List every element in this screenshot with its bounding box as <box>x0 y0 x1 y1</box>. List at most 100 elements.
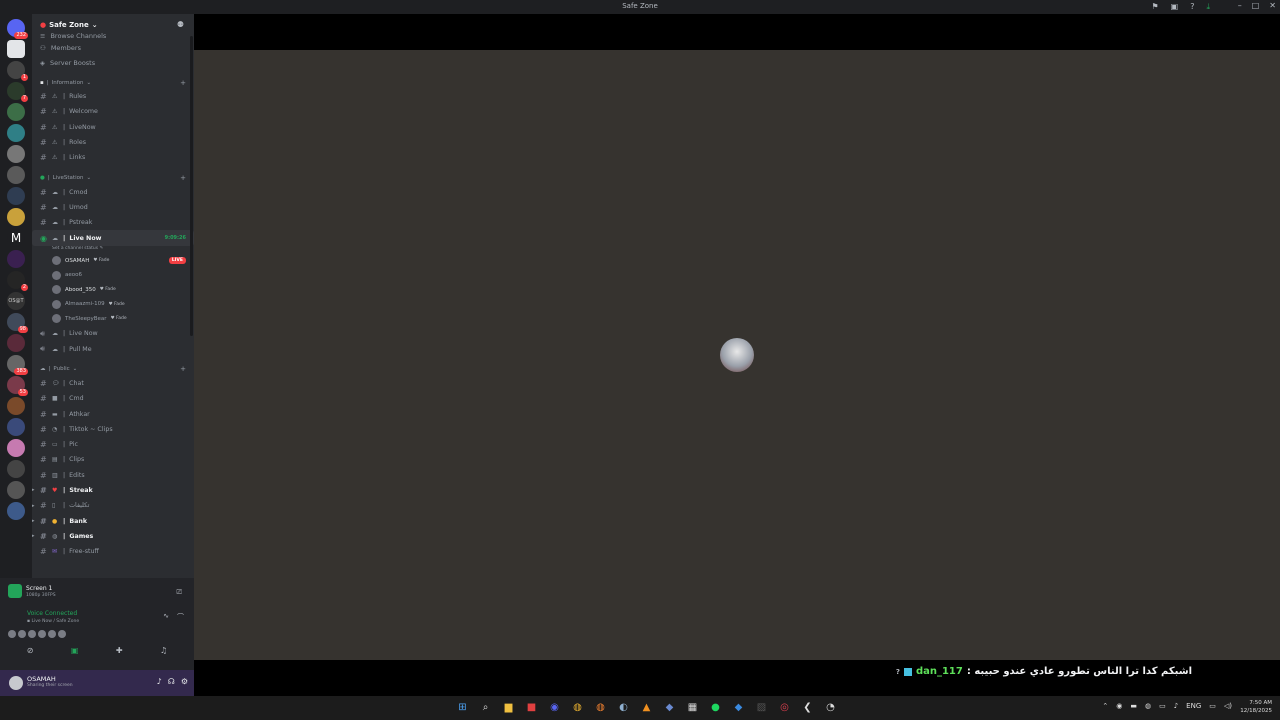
stream-canvas[interactable] <box>194 50 1280 660</box>
activities-icon[interactable]: ✚ <box>116 646 123 655</box>
tray-app-icon[interactable]: ▭ <box>1159 702 1166 710</box>
network-icon[interactable]: ▭ <box>1209 702 1216 710</box>
add-member-icon[interactable]: ⚉ <box>177 20 184 29</box>
tray-app-icon[interactable]: ◉ <box>1116 702 1122 710</box>
channel-athkar[interactable]: # ▬ | Athkar <box>32 406 194 421</box>
server-icon[interactable]: OS@T <box>7 292 25 310</box>
server-icon[interactable] <box>7 502 25 520</box>
channel-roles[interactable]: # ⚠ | Roles <box>32 135 194 150</box>
channel-edits[interactable]: # ▥ | Edits <box>32 468 194 483</box>
headphones-icon[interactable]: ☊ <box>168 677 175 686</box>
browse-channels[interactable]: ≡ Browse Channels <box>32 32 194 40</box>
add-channel-icon[interactable]: + <box>180 79 186 87</box>
voice-user[interactable]: Abood_350 ♥ Fade <box>32 283 194 298</box>
app-icon[interactable]: ■ <box>525 700 538 714</box>
members-link[interactable]: ⚇ Members <box>32 40 194 55</box>
stream-preview[interactable]: Screen 1 1080p 30FPS <box>8 584 56 598</box>
volume-icon[interactable]: ◁) <box>1224 702 1232 710</box>
channel-cmod[interactable]: # ☁ | Cmod <box>32 184 194 199</box>
add-channel-icon[interactable]: + <box>180 174 186 182</box>
channel-bank[interactable]: ▸ # ● | Bank <box>32 513 194 528</box>
server-icon[interactable] <box>7 145 25 163</box>
app-icon[interactable]: ◆ <box>732 700 745 714</box>
pin-icon[interactable]: ⚑ <box>1151 2 1158 12</box>
server-icon[interactable] <box>7 481 25 499</box>
camera-off-icon[interactable]: ⊘ <box>27 646 34 655</box>
app-icon[interactable]: ◆ <box>663 700 676 714</box>
server-icon[interactable]: 1 <box>7 61 28 81</box>
server-icon[interactable]: 383 <box>7 355 28 375</box>
channel-clips[interactable]: # ▤ | Clips <box>32 452 194 467</box>
server-icon[interactable]: 53 <box>7 376 28 396</box>
app-icon[interactable]: ◎ <box>778 700 791 714</box>
inbox-icon[interactable]: ▣ <box>1171 2 1179 12</box>
noise-suppression-icon[interactable]: ∿ <box>163 612 169 622</box>
server-icon[interactable] <box>7 250 25 268</box>
language-indicator[interactable]: ENG <box>1186 702 1201 710</box>
avatar[interactable] <box>9 676 23 690</box>
server-icon[interactable] <box>7 418 25 436</box>
category-public[interactable]: ☁ | Public ⌄ + <box>32 363 194 376</box>
voice-channel-live-now-2[interactable]: 🔊︎ ☁ | Live Now <box>32 326 194 341</box>
file-explorer-icon[interactable]: ▆ <box>502 700 515 714</box>
channel-tiktok-clips[interactable]: # ◔ | Tiktok ~ Clips <box>32 422 194 437</box>
search-icon[interactable]: ⌕ <box>479 700 492 714</box>
server-icon[interactable] <box>7 397 25 415</box>
voice-channel-pull-me[interactable]: 🔊︎ ☁ | Pull Me <box>32 341 194 356</box>
server-icon[interactable] <box>7 208 25 226</box>
screen-share-button[interactable]: ▣ <box>71 646 79 655</box>
soundboard-icon[interactable]: ♫ <box>160 646 167 655</box>
maximize-button[interactable]: □ <box>1252 1 1260 10</box>
download-icon[interactable]: ⤓ <box>1206 2 1210 12</box>
clock[interactable]: 7:50 AM 12/18/2025 <box>1240 699 1272 715</box>
microphone-icon[interactable]: ♪ <box>1174 702 1178 710</box>
voice-user[interactable]: Almaazmi-109 ♥ Fade <box>32 297 194 312</box>
server-icon[interactable] <box>7 124 25 142</box>
app-icon[interactable]: ▨ <box>755 700 768 714</box>
channel-pstreak[interactable]: # ☁ | Pstreak <box>32 215 194 230</box>
server-icon[interactable] <box>7 460 25 478</box>
channel-pic[interactable]: # ▭ | Pic <box>32 437 194 452</box>
channel-games[interactable]: ▸ # ◍ | Games <box>32 529 194 544</box>
server-boosts-link[interactable]: ◈ Server Boosts <box>32 55 194 70</box>
sidebar-scrollbar[interactable] <box>190 36 193 336</box>
app-icon[interactable]: ▲ <box>640 700 653 714</box>
server-icon[interactable]: 98 <box>7 313 28 333</box>
calculator-icon[interactable]: ▦ <box>686 700 699 714</box>
stream-stage[interactable]: ? dan_117 اشبكم كدا ترا الناس تطورو عادي… <box>194 14 1280 696</box>
channel-links[interactable]: # ⚠ | Links <box>32 150 194 165</box>
windows-start-icon[interactable]: ⊞ <box>456 700 469 714</box>
voice-user[interactable]: OSAMAH ♥ Fade LIVE <box>32 254 194 269</box>
channel-chat[interactable]: # 💬︎ | Chat <box>32 376 194 391</box>
voice-user[interactable]: TheSleepyBear ♥ Fade <box>32 312 194 327</box>
server-icon[interactable] <box>7 187 25 205</box>
spotify-icon[interactable]: ● <box>709 700 722 714</box>
server-icon[interactable]: M <box>7 229 25 247</box>
chrome-icon[interactable]: ◍ <box>571 700 584 714</box>
voice-user[interactable]: aeoo6 <box>32 268 194 283</box>
channel-livenow[interactable]: # ⚠ | LiveNow <box>32 120 194 135</box>
minimize-button[interactable]: – <box>1238 1 1242 10</box>
steam-icon[interactable]: ◐ <box>617 700 630 714</box>
channel-cmd[interactable]: # ■ | Cmd <box>32 391 194 406</box>
discord-icon[interactable]: ◉ <box>548 700 561 714</box>
chevron-up-icon[interactable]: ⌃ <box>1102 702 1108 710</box>
tray-app-icon[interactable]: ▬ <box>1130 702 1137 710</box>
channel-free-stuff[interactable]: # ✉ | Free-stuff <box>32 544 194 559</box>
category-information[interactable]: ▪ | Information ⌄ + <box>32 76 194 89</box>
server-icon[interactable] <box>7 439 25 457</box>
tray-app-icon[interactable]: ◍ <box>1145 702 1151 710</box>
server-icon[interactable] <box>7 40 25 58</box>
voice-channel-live-now[interactable]: ◉ ☁ | Live Now 9:09:26 <box>32 230 194 246</box>
settings-icon[interactable]: ⚙ <box>181 677 188 686</box>
app-icon[interactable]: ❮ <box>801 700 814 714</box>
app-icon[interactable]: ◔ <box>824 700 837 714</box>
stop-stream-icon[interactable]: ⎚ <box>176 588 182 597</box>
server-icon[interactable] <box>7 334 25 352</box>
server-icon[interactable] <box>7 103 25 121</box>
channel-assignments[interactable]: ▸ # ▯ | تكليفات <box>32 498 194 513</box>
close-button[interactable]: ✕ <box>1269 1 1276 10</box>
channel-rules[interactable]: # ⚠ | Rules <box>32 89 194 104</box>
channel-welcome[interactable]: # ⚠ | Welcome <box>32 104 194 119</box>
server-icon[interactable]: 2 <box>7 271 28 291</box>
